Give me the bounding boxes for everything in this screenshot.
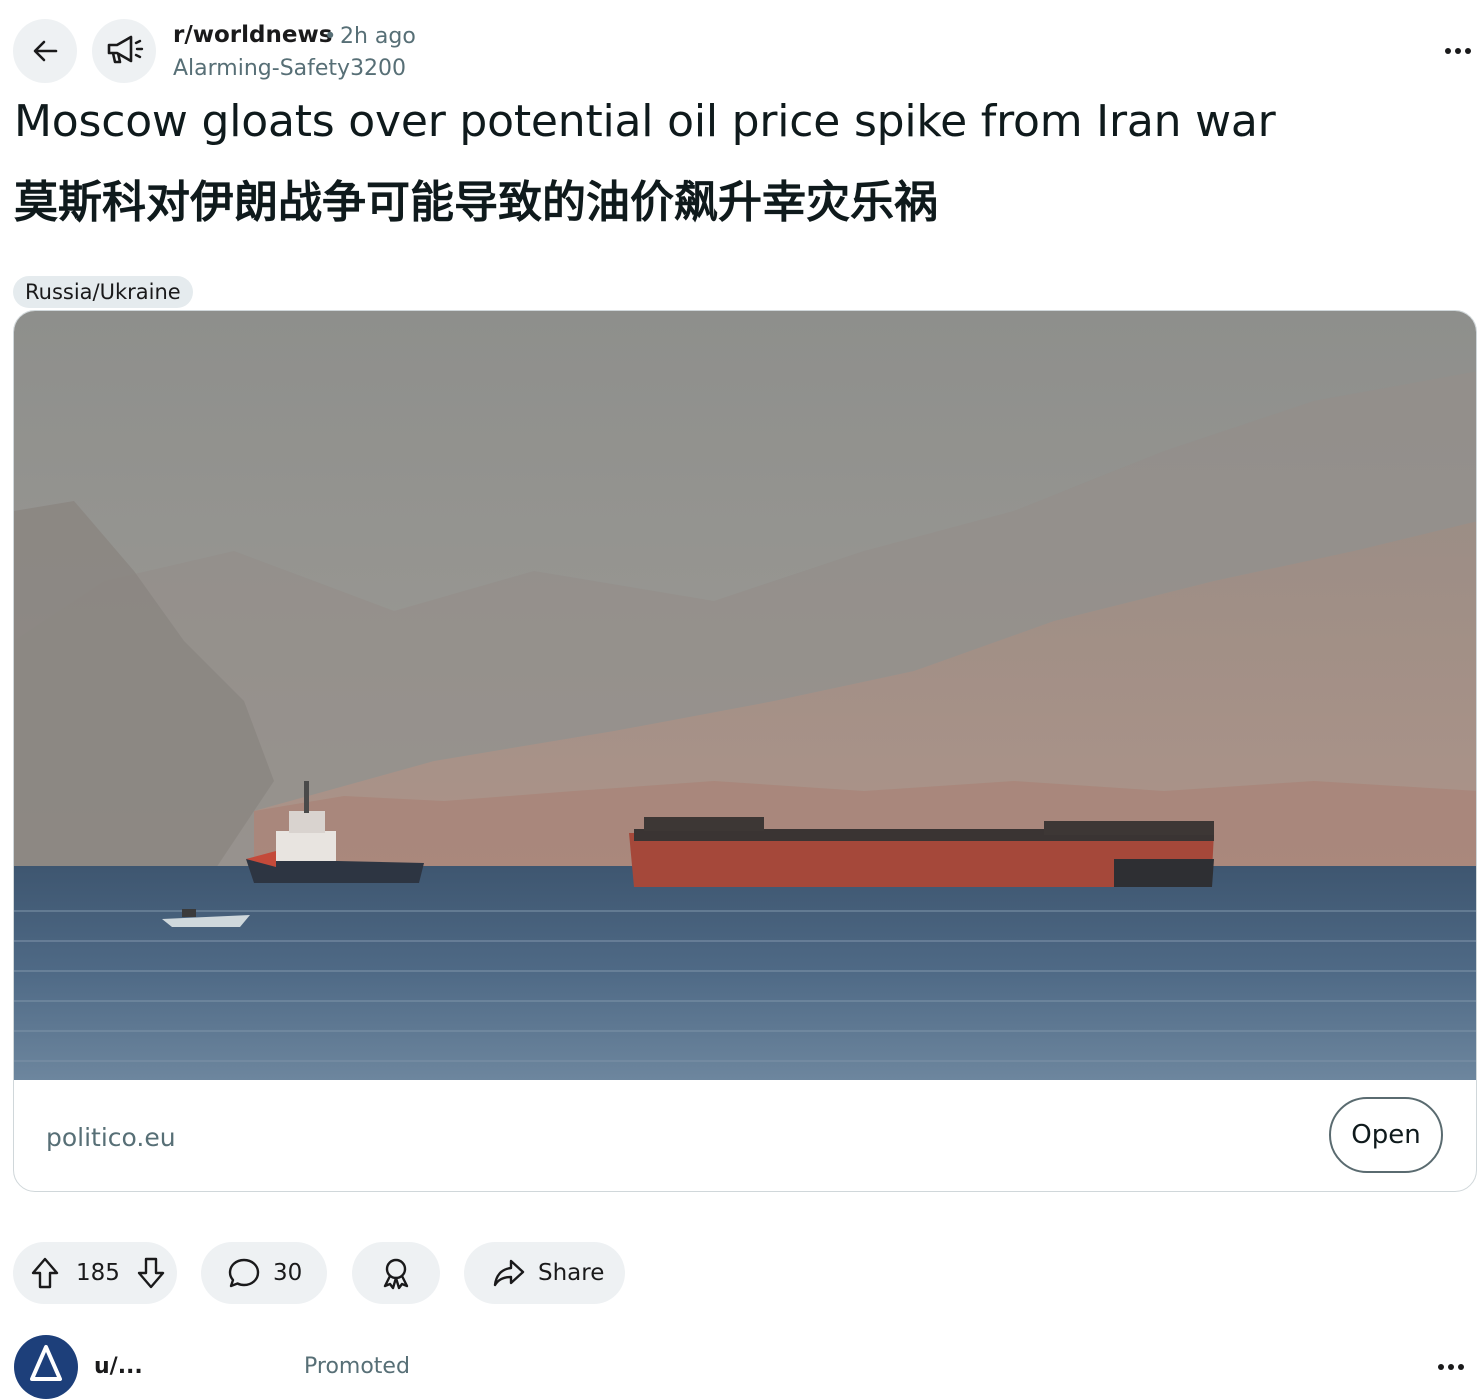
next-post-more-button[interactable] [1436,1356,1480,1376]
logo-icon [16,1337,76,1397]
arrow-down-icon [137,1257,165,1289]
vote-score: 185 [76,1260,120,1286]
arrow-left-icon [33,40,58,62]
speech-bubble-icon [228,1258,260,1288]
separator-dot: • [324,24,337,48]
link-domain: politico.eu [46,1123,176,1152]
share-arrow-icon [493,1259,525,1287]
subreddit-link[interactable]: r/worldnews [173,22,332,48]
award-ribbon-icon [383,1258,409,1290]
more-options-button[interactable] [1436,36,1480,66]
share-button[interactable]: Share [464,1242,625,1304]
upvote-button[interactable] [30,1256,60,1290]
ellipsis-icon [1438,1364,1464,1370]
megaphone-icon [107,35,144,64]
post-time: 2h ago [340,24,416,49]
link-thumbnail-image[interactable] [14,311,1477,1080]
subreddit-avatar[interactable] [92,19,156,83]
post-title-translation: 莫斯科对伊朗战争可能导致的油价飙升幸灾乐祸 [14,177,938,228]
post-title: Moscow gloats over potential oil price s… [14,96,1276,147]
vote-control: 185 [13,1242,177,1304]
ellipsis-icon [1445,48,1471,54]
next-post-avatar[interactable] [14,1335,78,1399]
post-flair[interactable]: Russia/Ukraine [13,276,193,308]
author-link[interactable]: Alarming-Safety3200 [173,56,406,81]
award-button[interactable] [352,1242,440,1304]
arrow-up-icon [31,1257,59,1289]
downvote-button[interactable] [136,1256,166,1290]
link-preview-card[interactable]: politico.eu Open [13,310,1477,1192]
comments-button[interactable]: 30 [201,1242,327,1304]
share-label: Share [538,1260,605,1286]
back-button[interactable] [13,19,77,83]
open-link-button[interactable]: Open [1329,1097,1443,1173]
comment-count: 30 [273,1260,303,1286]
